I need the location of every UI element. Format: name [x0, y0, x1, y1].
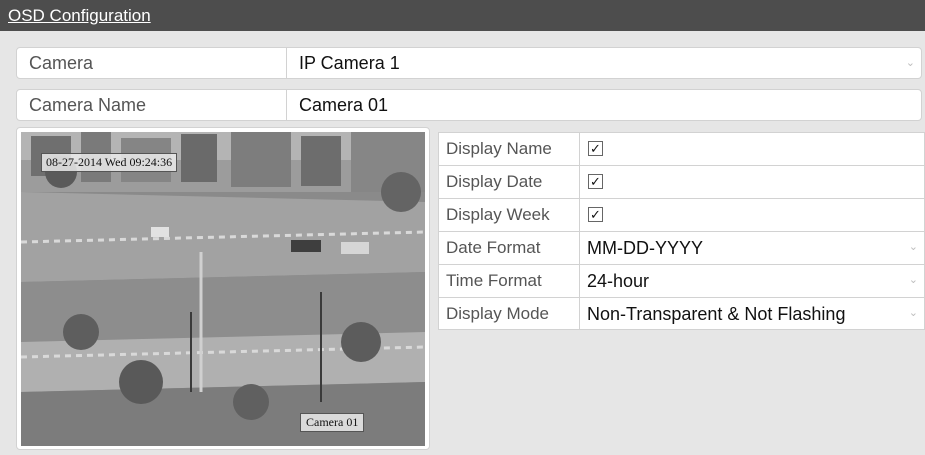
display-date-checkbox[interactable]: ✓ [588, 174, 603, 189]
window-title: OSD Configuration [8, 6, 151, 25]
camera-select[interactable]: Camera IP Camera 1 ⌄ [16, 47, 922, 79]
display-mode-label: Display Mode [439, 298, 580, 330]
title-bar: OSD Configuration [0, 0, 925, 31]
preview-panel: 08-27-2014 Wed 09:24:36 Camera 01 [16, 127, 430, 450]
osd-settings-table: Display Name ✓ Display Date ✓ Display We… [438, 132, 925, 330]
display-name-label: Display Name [439, 133, 580, 165]
display-date-label: Display Date [439, 166, 580, 198]
display-week-label: Display Week [439, 199, 580, 231]
date-format-select[interactable]: Date Format MM-DD-YYYY ⌄ [438, 231, 925, 264]
chevron-down-icon: ⌄ [905, 57, 915, 69]
camera-name-value: Camera 01 [299, 95, 389, 115]
camera-label: Camera [17, 48, 287, 78]
display-week-checkbox[interactable]: ✓ [588, 207, 603, 222]
time-format-label: Time Format [439, 265, 580, 297]
osd-date-overlay: 08-27-2014 Wed 09:24:36 [41, 153, 178, 172]
date-format-value: MM-DD-YYYY [587, 238, 703, 258]
camera-value: IP Camera 1 [299, 53, 400, 73]
chevron-down-icon: ⌄ [908, 307, 918, 319]
osd-name-overlay: Camera 01 [300, 413, 365, 432]
display-name-checkbox[interactable]: ✓ [588, 141, 603, 156]
display-name-row: Display Name ✓ [438, 132, 925, 165]
chevron-down-icon: ⌄ [908, 241, 918, 253]
display-mode-select[interactable]: Display Mode Non-Transparent & Not Flash… [438, 297, 925, 330]
time-format-select[interactable]: Time Format 24-hour ⌄ [438, 264, 925, 297]
camera-name-label: Camera Name [17, 90, 287, 120]
time-format-value: 24-hour [587, 271, 650, 291]
display-mode-value: Non-Transparent & Not Flashing [587, 304, 846, 324]
date-format-label: Date Format [439, 232, 580, 264]
camera-preview: 08-27-2014 Wed 09:24:36 Camera 01 [21, 132, 425, 446]
chevron-down-icon: ⌄ [908, 274, 918, 286]
display-date-row: Display Date ✓ [438, 165, 925, 198]
display-week-row: Display Week ✓ [438, 198, 925, 231]
preview-image [21, 132, 425, 446]
camera-name-field[interactable]: Camera Name Camera 01 [16, 89, 922, 121]
